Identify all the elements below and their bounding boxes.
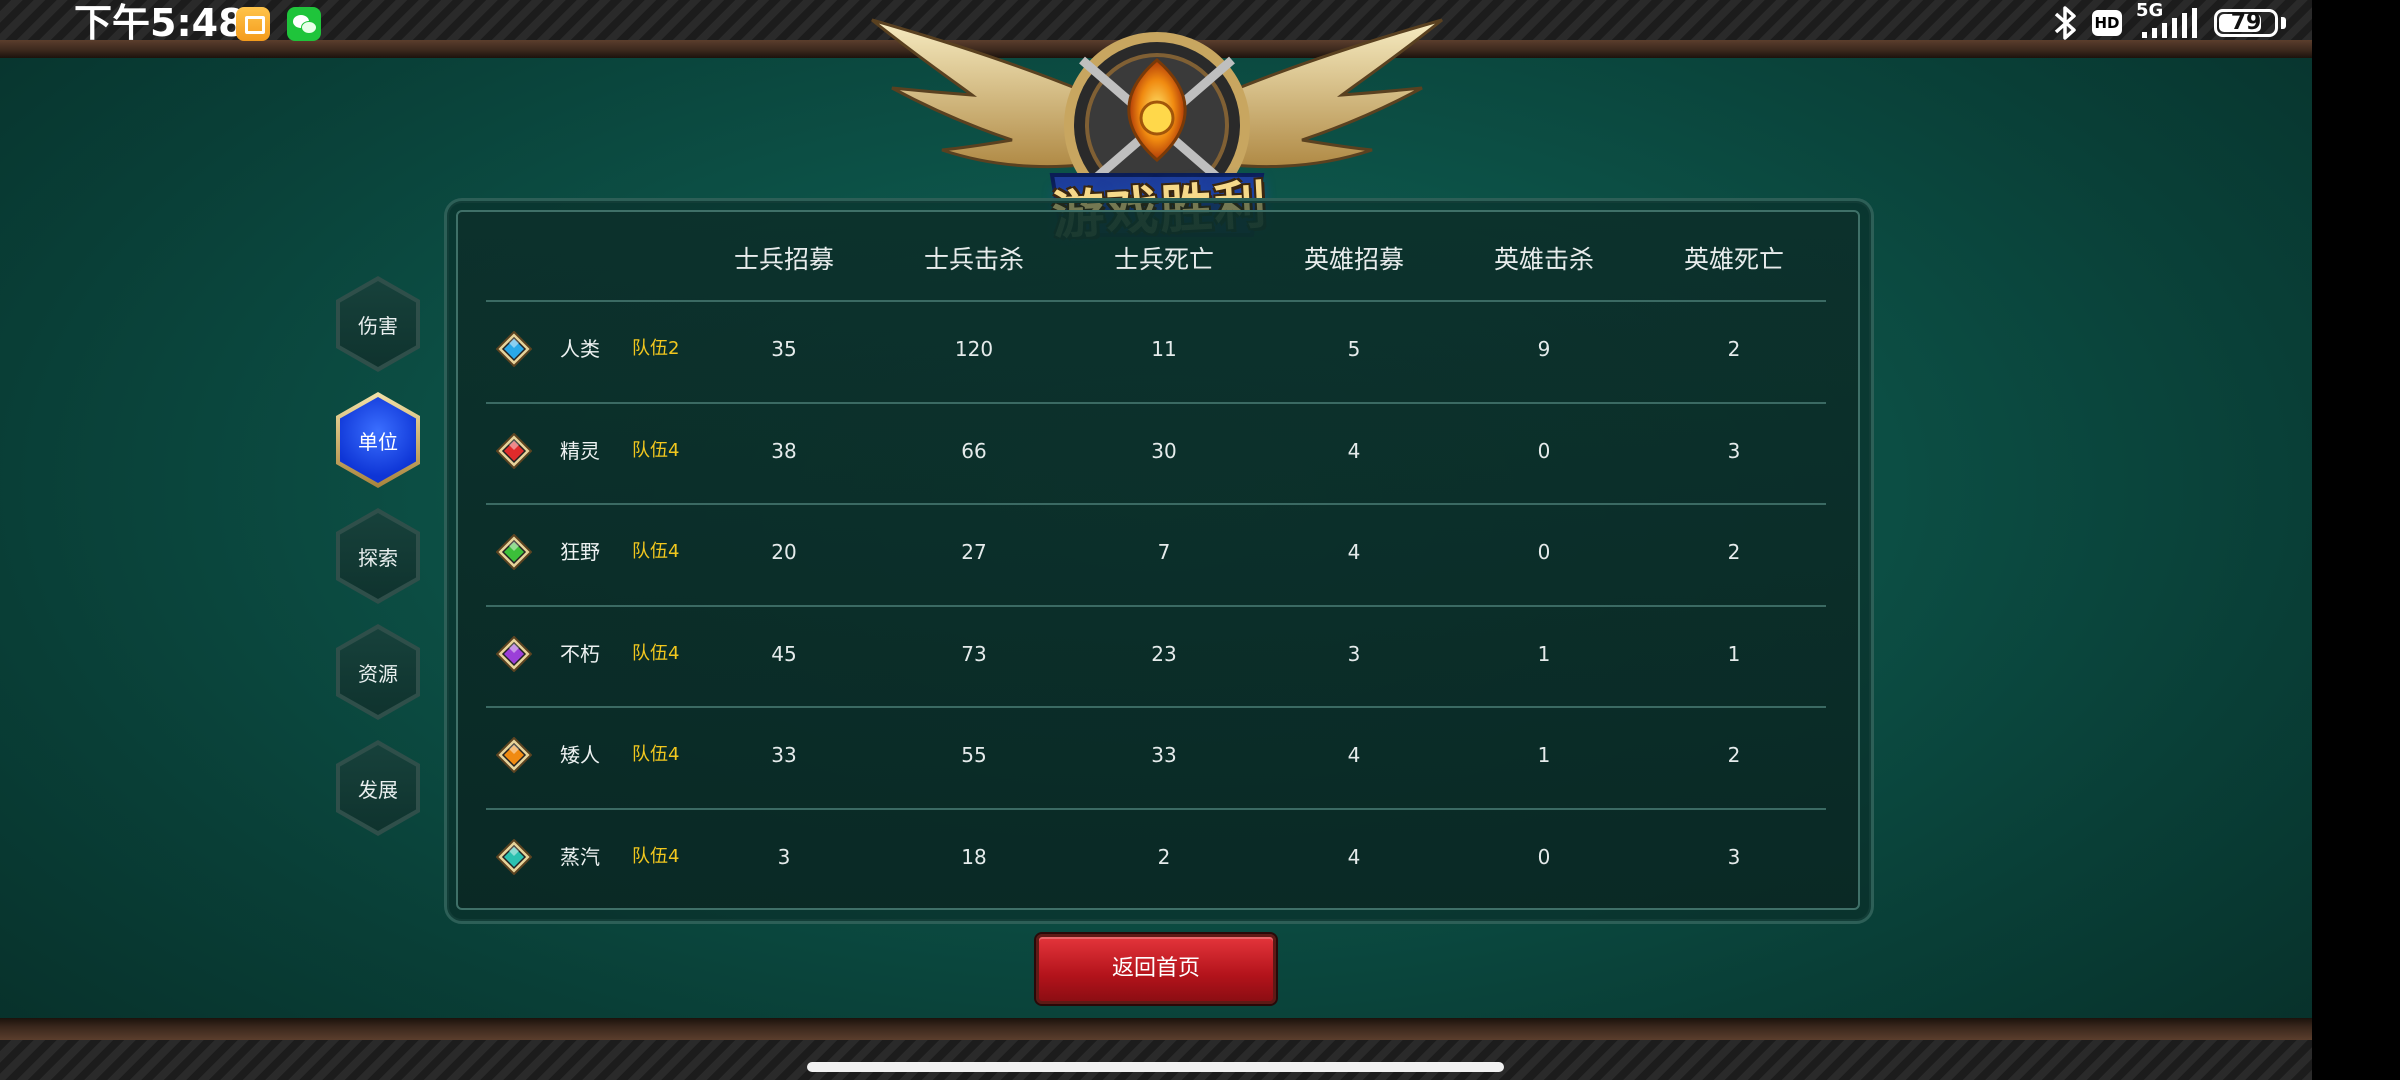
header-hero-kills: 英雄击杀 [1493, 245, 1594, 274]
stat-cell: 33 [1151, 743, 1177, 768]
race-gem-icon [496, 839, 532, 875]
header-hero-deaths: 英雄死亡 [1683, 245, 1784, 274]
battery-cap [2281, 17, 2286, 29]
battery-percent: 79 [2230, 10, 2262, 35]
nav-tab-damage[interactable]: 伤害 [336, 276, 420, 372]
race-gem-icon [496, 737, 532, 774]
team-label: 队伍4 [632, 642, 680, 664]
row-divider [486, 604, 1826, 607]
stat-cell: 2 [1727, 743, 1741, 768]
race-gem-icon [496, 635, 532, 672]
status-time: 下午5:48 [74, 1, 245, 45]
nav-tab-label: 单位 [340, 397, 416, 483]
team-label: 队伍4 [632, 846, 680, 867]
race-name: 人类 [560, 337, 600, 361]
race-gem-icon [496, 534, 532, 571]
race-name: 精灵 [560, 438, 600, 463]
battery-icon: 79 [2214, 9, 2278, 37]
game-screen: 下午5:48 HD 5G 79 士兵招募 士兵击杀 士兵死亡 英雄招募 英雄击杀… [0, 0, 2312, 1080]
team-label: 队伍4 [632, 541, 680, 563]
team-label: 队伍4 [632, 439, 680, 461]
race-name: 狂野 [560, 540, 600, 565]
stat-cell: 4 [1347, 540, 1361, 565]
stat-cell: 66 [961, 438, 987, 463]
stat-cell: 2 [1727, 540, 1741, 565]
row-divider [486, 401, 1826, 404]
nav-tab-label: 探索 [340, 513, 416, 599]
race-name: 不朽 [560, 641, 600, 666]
row-divider [486, 706, 1826, 709]
stat-cell: 33 [771, 743, 797, 768]
nav-tab-exploration[interactable]: 探索 [336, 508, 420, 604]
race-name: 矮人 [560, 743, 600, 768]
nav-tab-label: 发展 [340, 745, 416, 831]
stat-cell: 23 [1151, 641, 1177, 666]
bluetooth-icon [2054, 6, 2076, 40]
home-indicator[interactable] [807, 1062, 1504, 1072]
stat-cell: 73 [961, 641, 987, 666]
stat-cell: 0 [1537, 845, 1551, 869]
wechat-icon [287, 7, 321, 41]
signal-icon [2142, 8, 2197, 38]
race-gem-icon [496, 331, 532, 367]
stat-cell: 3 [1347, 641, 1361, 666]
hd-badge: HD [2092, 10, 2122, 36]
row-divider [486, 300, 1826, 302]
stat-cell: 4 [1347, 845, 1361, 869]
stat-cell: 5 [1347, 337, 1361, 361]
stat-cell: 18 [961, 845, 987, 869]
nav-tab-units[interactable]: 单位 [336, 392, 420, 488]
notes-app-icon [236, 7, 270, 41]
stat-cell: 2 [1157, 845, 1171, 869]
nav-tab-resources[interactable]: 资源 [336, 624, 420, 720]
stat-cell: 0 [1537, 540, 1551, 565]
header-soldier-recruit: 士兵招募 [733, 245, 834, 274]
stat-cell: 20 [771, 540, 797, 565]
stat-cell: 3 [1727, 438, 1741, 463]
stat-cell: 2 [1727, 337, 1741, 361]
screen-edge [2312, 0, 2400, 1080]
stat-cell: 30 [1151, 438, 1177, 463]
bottom-decorative-band [0, 1040, 2312, 1080]
team-label: 队伍4 [632, 744, 680, 766]
bottom-wood-trim [0, 1018, 2312, 1040]
stat-cell: 1 [1537, 641, 1551, 666]
stat-cell: 1 [1537, 743, 1551, 768]
header-soldier-kills: 士兵击杀 [923, 245, 1024, 274]
stat-cell: 4 [1347, 743, 1361, 768]
stat-cell: 35 [771, 337, 797, 361]
stat-cell: 27 [961, 540, 987, 565]
row-divider [486, 808, 1826, 810]
return-home-button[interactable]: 返回首页 [1036, 934, 1276, 1004]
nav-tab-development[interactable]: 发展 [336, 740, 420, 836]
stat-cell: 11 [1151, 337, 1177, 361]
nav-tab-label: 资源 [340, 629, 416, 715]
stat-cell: 38 [771, 438, 797, 463]
race-name: 蒸汽 [560, 845, 600, 869]
stat-cell: 1 [1727, 641, 1741, 666]
stat-cell: 120 [954, 337, 994, 361]
header-hero-recruit: 英雄招募 [1303, 245, 1404, 274]
stat-cell: 9 [1537, 337, 1551, 361]
stat-cell: 3 [777, 845, 791, 869]
stat-cell: 45 [771, 641, 797, 666]
race-gem-icon [496, 432, 532, 469]
row-divider [486, 503, 1826, 506]
stat-cell: 4 [1347, 438, 1361, 463]
nav-tab-label: 伤害 [340, 281, 416, 367]
stat-cell: 55 [961, 743, 987, 768]
stat-cell: 0 [1537, 438, 1551, 463]
team-label: 队伍2 [632, 338, 680, 359]
stat-cell: 3 [1727, 845, 1741, 869]
stat-cell: 7 [1157, 540, 1171, 565]
header-soldier-deaths: 士兵死亡 [1113, 245, 1214, 274]
